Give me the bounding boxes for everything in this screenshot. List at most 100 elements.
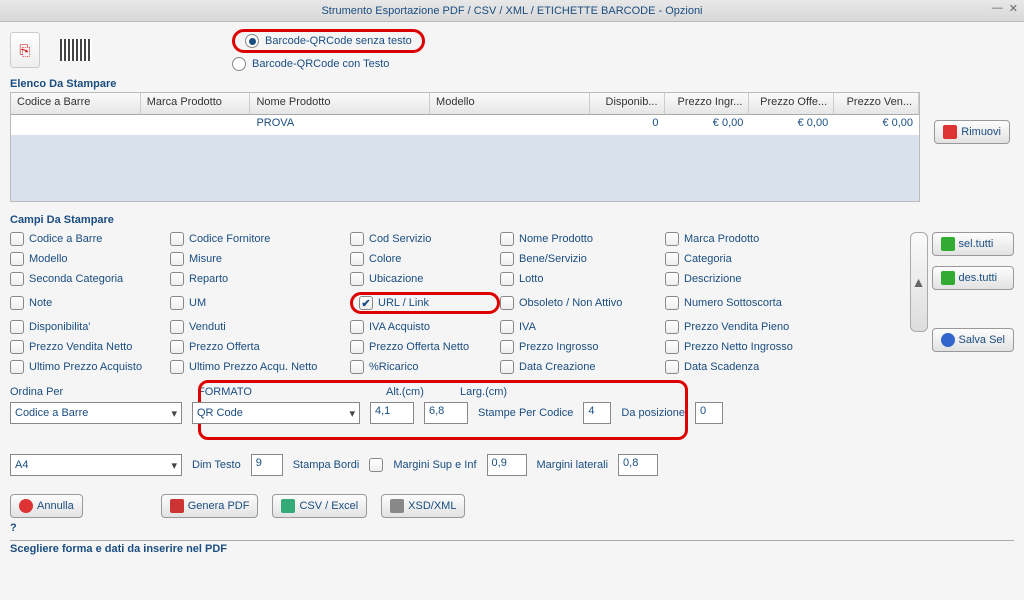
chk-iva[interactable]	[500, 320, 514, 334]
window-close-icon[interactable]: ✕	[1009, 2, 1018, 15]
chk-venduti[interactable]	[170, 320, 184, 334]
chk-data-scadenza[interactable]	[665, 360, 679, 374]
highlight-radio-1: Barcode-QRCode senza testo	[232, 29, 425, 53]
remove-button[interactable]: Rimuovi	[934, 120, 1010, 144]
chk-reparto[interactable]	[170, 272, 184, 286]
marginilat-label: Margini laterali	[537, 459, 609, 471]
chk-num-sottoscorta[interactable]	[665, 296, 679, 310]
cancel-button[interactable]: Annulla	[10, 494, 83, 518]
chk-prezzo-ingrosso[interactable]	[500, 340, 514, 354]
col-marca[interactable]: Marca Prodotto	[141, 93, 251, 114]
formato-label: FORMATO	[198, 386, 358, 398]
col-disponib[interactable]: Disponib...	[590, 93, 665, 114]
chk-prezzo-v-netto[interactable]	[10, 340, 24, 354]
larg-input[interactable]: 6,8	[424, 402, 468, 424]
dapos-input[interactable]: 0	[695, 402, 723, 424]
pdf-icon	[170, 499, 184, 513]
col-offe[interactable]: Prezzo Offe...	[749, 93, 834, 114]
chk-data-creazione[interactable]	[500, 360, 514, 374]
pdf-icon: ⎘	[10, 32, 40, 68]
print-list-table: Codice a Barre Marca Prodotto Nome Prodo…	[10, 92, 920, 202]
chk-note[interactable]	[10, 296, 24, 310]
bordi-label: Stampa Bordi	[293, 459, 360, 471]
marginitb-input[interactable]: 0,9	[487, 454, 527, 476]
xml-icon	[390, 499, 404, 513]
scroll-up-icon[interactable]: ▲	[910, 232, 928, 332]
list-header: Elenco Da Stampare	[10, 78, 1014, 90]
chk-ubicazione[interactable]	[350, 272, 364, 286]
chk-prezzo-netto-ingrosso[interactable]	[665, 340, 679, 354]
dimtesto-input[interactable]: 9	[251, 454, 283, 476]
table-header: Codice a Barre Marca Prodotto Nome Prodo…	[11, 93, 919, 115]
alt-input[interactable]: 4,1	[370, 402, 414, 424]
save-sel-button[interactable]: Salva Sel	[932, 328, 1014, 352]
col-nome[interactable]: Nome Prodotto	[250, 93, 430, 114]
chk-url-link[interactable]	[359, 296, 373, 310]
chk-modello[interactable]	[10, 252, 24, 266]
chk-prezzo-pieno[interactable]	[665, 320, 679, 334]
deselect-all-button[interactable]: des.tutti	[932, 266, 1014, 290]
larg-label: Larg.(cm)	[460, 386, 516, 398]
chk-um[interactable]	[170, 296, 184, 310]
chk-disponibilita[interactable]	[10, 320, 24, 334]
help-icon[interactable]: ?	[10, 522, 1014, 534]
chk-categoria[interactable]	[665, 252, 679, 266]
chk-prezzo-offerta-netto[interactable]	[350, 340, 364, 354]
radio-no-text[interactable]	[245, 34, 259, 48]
marginilat-input[interactable]: 0,8	[618, 454, 658, 476]
window-minimize-icon[interactable]: —	[992, 2, 1003, 15]
marginitb-label: Margini Sup e Inf	[393, 459, 476, 471]
remove-icon	[943, 125, 957, 139]
chk-seconda-cat[interactable]	[10, 272, 24, 286]
formato-select[interactable]: QR Code	[192, 402, 360, 424]
chk-bene-servizio[interactable]	[500, 252, 514, 266]
chk-prezzo-offerta[interactable]	[170, 340, 184, 354]
chk-ult-prezzo-acq-netto[interactable]	[170, 360, 184, 374]
chk-nome-prodotto[interactable]	[500, 232, 514, 246]
chk-colore[interactable]	[350, 252, 364, 266]
col-codice[interactable]: Codice a Barre	[11, 93, 141, 114]
csv-button[interactable]: CSV / Excel	[272, 494, 367, 518]
alt-label: Alt.(cm)	[386, 386, 432, 398]
highlight-url-link: URL / Link	[350, 292, 500, 314]
chk-obsoleto[interactable]	[500, 296, 514, 310]
save-icon	[941, 333, 955, 347]
chk-lotto[interactable]	[500, 272, 514, 286]
chk-marca-prodotto[interactable]	[665, 232, 679, 246]
chk-descrizione[interactable]	[665, 272, 679, 286]
col-ingr[interactable]: Prezzo Ingr...	[665, 93, 750, 114]
chk-ult-prezzo-acq[interactable]	[10, 360, 24, 374]
select-all-button[interactable]: sel.tutti	[932, 232, 1014, 256]
radio-with-text[interactable]	[232, 57, 246, 71]
barcode-icon	[60, 39, 92, 61]
stampe-input[interactable]: 4	[583, 402, 611, 424]
radio-no-text-label: Barcode-QRCode senza testo	[265, 35, 412, 47]
chk-cod-servizio[interactable]	[350, 232, 364, 246]
dimtesto-label: Dim Testo	[192, 459, 241, 471]
status-hint: Scegliere forma e dati da inserire nel P…	[10, 540, 1014, 555]
paper-select[interactable]: A4	[10, 454, 182, 476]
stampe-label: Stampe Per Codice	[478, 407, 573, 419]
col-modello[interactable]: Modello	[430, 93, 590, 114]
window-titlebar: Strumento Esportazione PDF / CSV / XML /…	[0, 0, 1024, 22]
chk-misure[interactable]	[170, 252, 184, 266]
table-row[interactable]: PROVA 0 € 0,00 € 0,00 € 0,00	[11, 115, 919, 135]
window-title: Strumento Esportazione PDF / CSV / XML /…	[321, 5, 702, 17]
dapos-label: Da posizione	[621, 407, 685, 419]
radio-with-text-label: Barcode-QRCode con Testo	[252, 58, 389, 70]
generate-pdf-button[interactable]: Genera PDF	[161, 494, 259, 518]
ordina-select[interactable]: Codice a Barre	[10, 402, 182, 424]
fields-grid: Codice a Barre Codice Fornitore Cod Serv…	[10, 232, 890, 374]
fields-header: Campi Da Stampare	[10, 214, 1014, 226]
cancel-icon	[19, 499, 33, 513]
col-ven[interactable]: Prezzo Ven...	[834, 93, 919, 114]
check-icon	[941, 237, 955, 251]
chk-iva-acquisto[interactable]	[350, 320, 364, 334]
chk-codice-barre[interactable]	[10, 232, 24, 246]
chk-bordi[interactable]	[369, 458, 383, 472]
xsd-button[interactable]: XSD/XML	[381, 494, 465, 518]
chk-codice-fornitore[interactable]	[170, 232, 184, 246]
ordina-label: Ordina Per	[10, 386, 170, 398]
excel-icon	[281, 499, 295, 513]
chk-ricarico[interactable]	[350, 360, 364, 374]
